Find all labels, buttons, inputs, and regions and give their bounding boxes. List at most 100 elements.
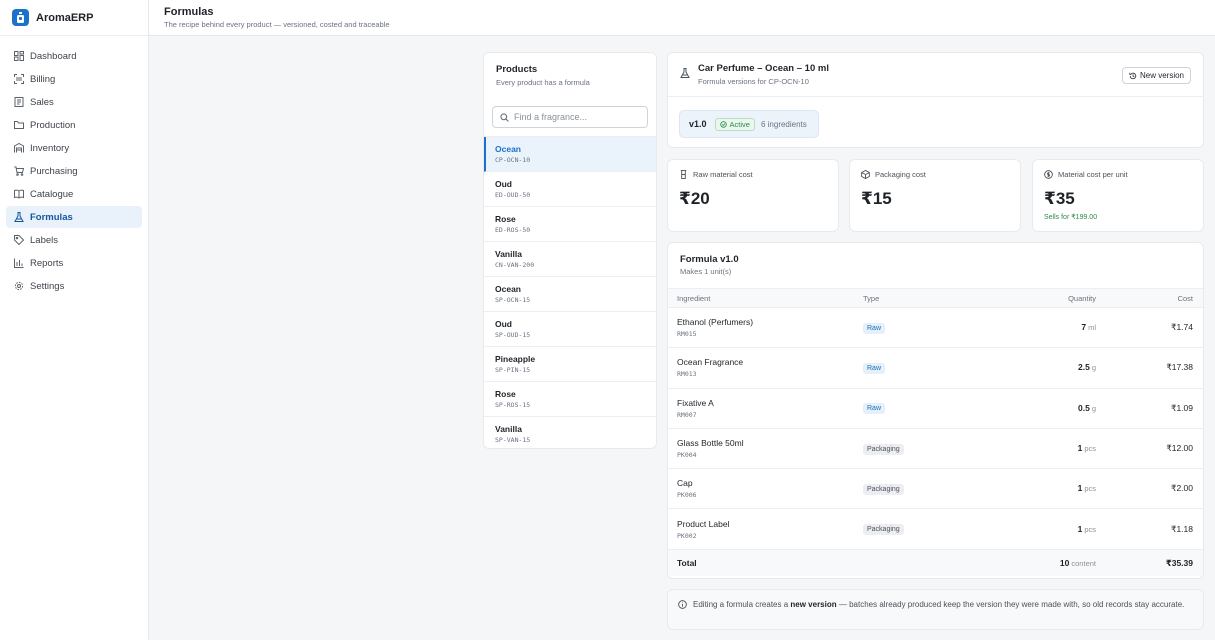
warehouse-icon [13, 143, 24, 154]
table-row: Ocean Fragrance RM013 Raw 2.5 g ₹17.38 [668, 348, 1203, 389]
sidebar-item-dashboard[interactable]: Dashboard [6, 45, 142, 67]
metric-value: ₹20 [679, 189, 710, 208]
product-list: Ocean CP-OCN-10 Oud ED-OUD-50 Rose ED-ROS-5… [484, 136, 656, 448]
list-item[interactable]: Vanilla SP-VAN-15 [484, 417, 656, 448]
quantity-value: 0.5 [1078, 402, 1090, 413]
list-item[interactable]: Ocean CP-OCN-10 [484, 137, 656, 172]
brand-name: AromaERP [36, 11, 94, 24]
cost-value: ₹1.74 [1171, 322, 1193, 333]
products-subtitle: Every product has a formula [496, 78, 590, 87]
metric-label: Raw material cost [693, 170, 753, 179]
version-tab-v1[interactable]: v1.0 Active 6 ingredients [679, 110, 819, 138]
new-version-button[interactable]: New version [1121, 67, 1191, 84]
type-badge: Raw [863, 403, 886, 415]
coin-icon [1044, 170, 1053, 179]
page-header: Formulas The recipe behind every product… [149, 0, 1215, 36]
table-row: Fixative A RM007 Raw 0.5 g ₹1.09 [668, 388, 1203, 429]
ingredient-name: Ocean Fragrance [677, 357, 744, 368]
status-badge: Active [714, 117, 755, 131]
tag-icon [13, 235, 24, 246]
history-icon [1129, 72, 1137, 79]
product-name: Oud [495, 319, 512, 329]
page-subtitle: The recipe behind every product — versio… [164, 20, 390, 29]
ingredient-name: Glass Bottle 50ml [677, 438, 744, 449]
sidebar-nav: Dashboard Billing Sales Production Inven… [0, 36, 148, 297]
formula-card: Formula v1.0 Makes 1 unit(s) Ingredient … [667, 242, 1204, 579]
sidebar-item-purchasing[interactable]: Purchasing [6, 160, 142, 182]
cost-value: ₹1.18 [1171, 523, 1193, 534]
sidebar-item-billing[interactable]: Billing [6, 68, 142, 90]
product-name: Rose [495, 214, 516, 224]
brand-logo-icon [12, 9, 29, 26]
sidebar-item-label: Formulas [30, 211, 73, 223]
sidebar-item-inventory[interactable]: Inventory [6, 137, 142, 159]
quantity-value: 1 [1077, 483, 1083, 494]
product-name: Vanilla [495, 249, 522, 259]
ingredients-table: Ingredient Type Quantity Cost Ethanol (P… [668, 288, 1203, 577]
version-label: v1.0 [689, 119, 707, 129]
products-title: Products [496, 64, 538, 75]
quantity-unit: pcs [1084, 444, 1096, 454]
quantity-value: 1 [1077, 443, 1083, 454]
list-item[interactable]: Rose ED-ROS-50 [484, 207, 656, 242]
list-item[interactable]: Pineapple SP-PIN-15 [484, 347, 656, 382]
ingredient-code: RM013 [677, 370, 697, 379]
cost-per-unit-card: Material cost per unit ₹35 Sells for ₹19… [1032, 159, 1204, 232]
product-code: ED-OUD-50 [495, 191, 531, 199]
list-item[interactable]: Vanilla CN-VAN-200 [484, 242, 656, 277]
sidebar-item-label: Dashboard [30, 50, 77, 62]
product-name: Oud [495, 179, 512, 189]
sidebar-item-settings[interactable]: Settings [6, 275, 142, 297]
raw-material-cost-card: Raw material cost ₹20 [667, 159, 839, 232]
note-text-after: — batches already produced keep the vers… [836, 600, 1185, 609]
cost-value: ₹17.38 [1166, 362, 1193, 373]
table-row: Glass Bottle 50ml PK004 Packaging 1 pcs ₹1… [668, 428, 1203, 469]
sidebar-item-label: Labels [30, 234, 58, 246]
info-note-text: Editing a formula creates a new version … [693, 599, 1184, 629]
quantity-unit: pcs [1084, 484, 1096, 494]
formula-title: Formula v1.0 [680, 254, 739, 265]
list-item[interactable]: Rose SP-ROS-15 [484, 382, 656, 417]
ingredient-name: Fixative A [677, 397, 714, 408]
note-text-bold: new version [790, 600, 837, 609]
packaging-cost-card: Packaging cost ₹15 [849, 159, 1021, 232]
info-note: Editing a formula creates a new version … [667, 589, 1204, 630]
brand[interactable]: AromaERP [0, 0, 148, 36]
product-name: Ocean [495, 144, 521, 154]
product-code: SP-OCN-15 [495, 296, 531, 304]
formula-subtitle: Makes 1 unit(s) [680, 267, 732, 276]
sidebar-item-label: Production [30, 119, 76, 131]
type-badge: Packaging [863, 524, 904, 536]
total-unit: content [1071, 559, 1096, 569]
sidebar-item-sales[interactable]: Sales [6, 91, 142, 113]
note-text-before: Editing a formula creates a [693, 600, 791, 609]
table-row: Cap PK006 Packaging 1 pcs ₹2.00 [668, 469, 1203, 509]
total-label: Total [677, 558, 697, 569]
quantity-value: 7 [1081, 322, 1087, 333]
product-code: CN-VAN-200 [495, 261, 535, 269]
ingredient-name: Product Label [677, 518, 730, 529]
table-row: Ethanol (Perfumers) RM015 Raw 7 ml ₹1.74 [668, 308, 1203, 348]
sidebar-item-reports[interactable]: Reports [6, 252, 142, 274]
sell-price-note: Sells for ₹199.00 [1044, 214, 1098, 221]
sidebar-item-production[interactable]: Production [6, 114, 142, 136]
scan-icon [13, 74, 24, 85]
sidebar-item-label: Billing [30, 73, 56, 85]
ingredient-code: RM007 [677, 410, 697, 419]
sidebar-item-catalogue[interactable]: Catalogue [6, 183, 142, 205]
receipt-icon [13, 97, 24, 108]
type-badge: Raw [863, 322, 886, 334]
sidebar-item-label: Catalogue [30, 188, 74, 200]
list-item[interactable]: Oud SP-OUD-15 [484, 312, 656, 347]
type-badge: Raw [863, 362, 886, 374]
ingredient-code: RM015 [677, 330, 697, 339]
list-item[interactable]: Ocean SP-OCN-15 [484, 277, 656, 312]
sidebar-item-labels[interactable]: Labels [6, 229, 142, 251]
sidebar-item-label: Reports [30, 257, 64, 269]
sidebar-item-formulas[interactable]: Formulas [6, 206, 142, 228]
product-code: SP-OUD-15 [495, 331, 531, 339]
dashboard-icon [13, 51, 24, 62]
search-input[interactable] [514, 112, 644, 122]
list-item[interactable]: Oud ED-OUD-50 [484, 172, 656, 207]
ingredient-code: PK002 [677, 531, 697, 540]
